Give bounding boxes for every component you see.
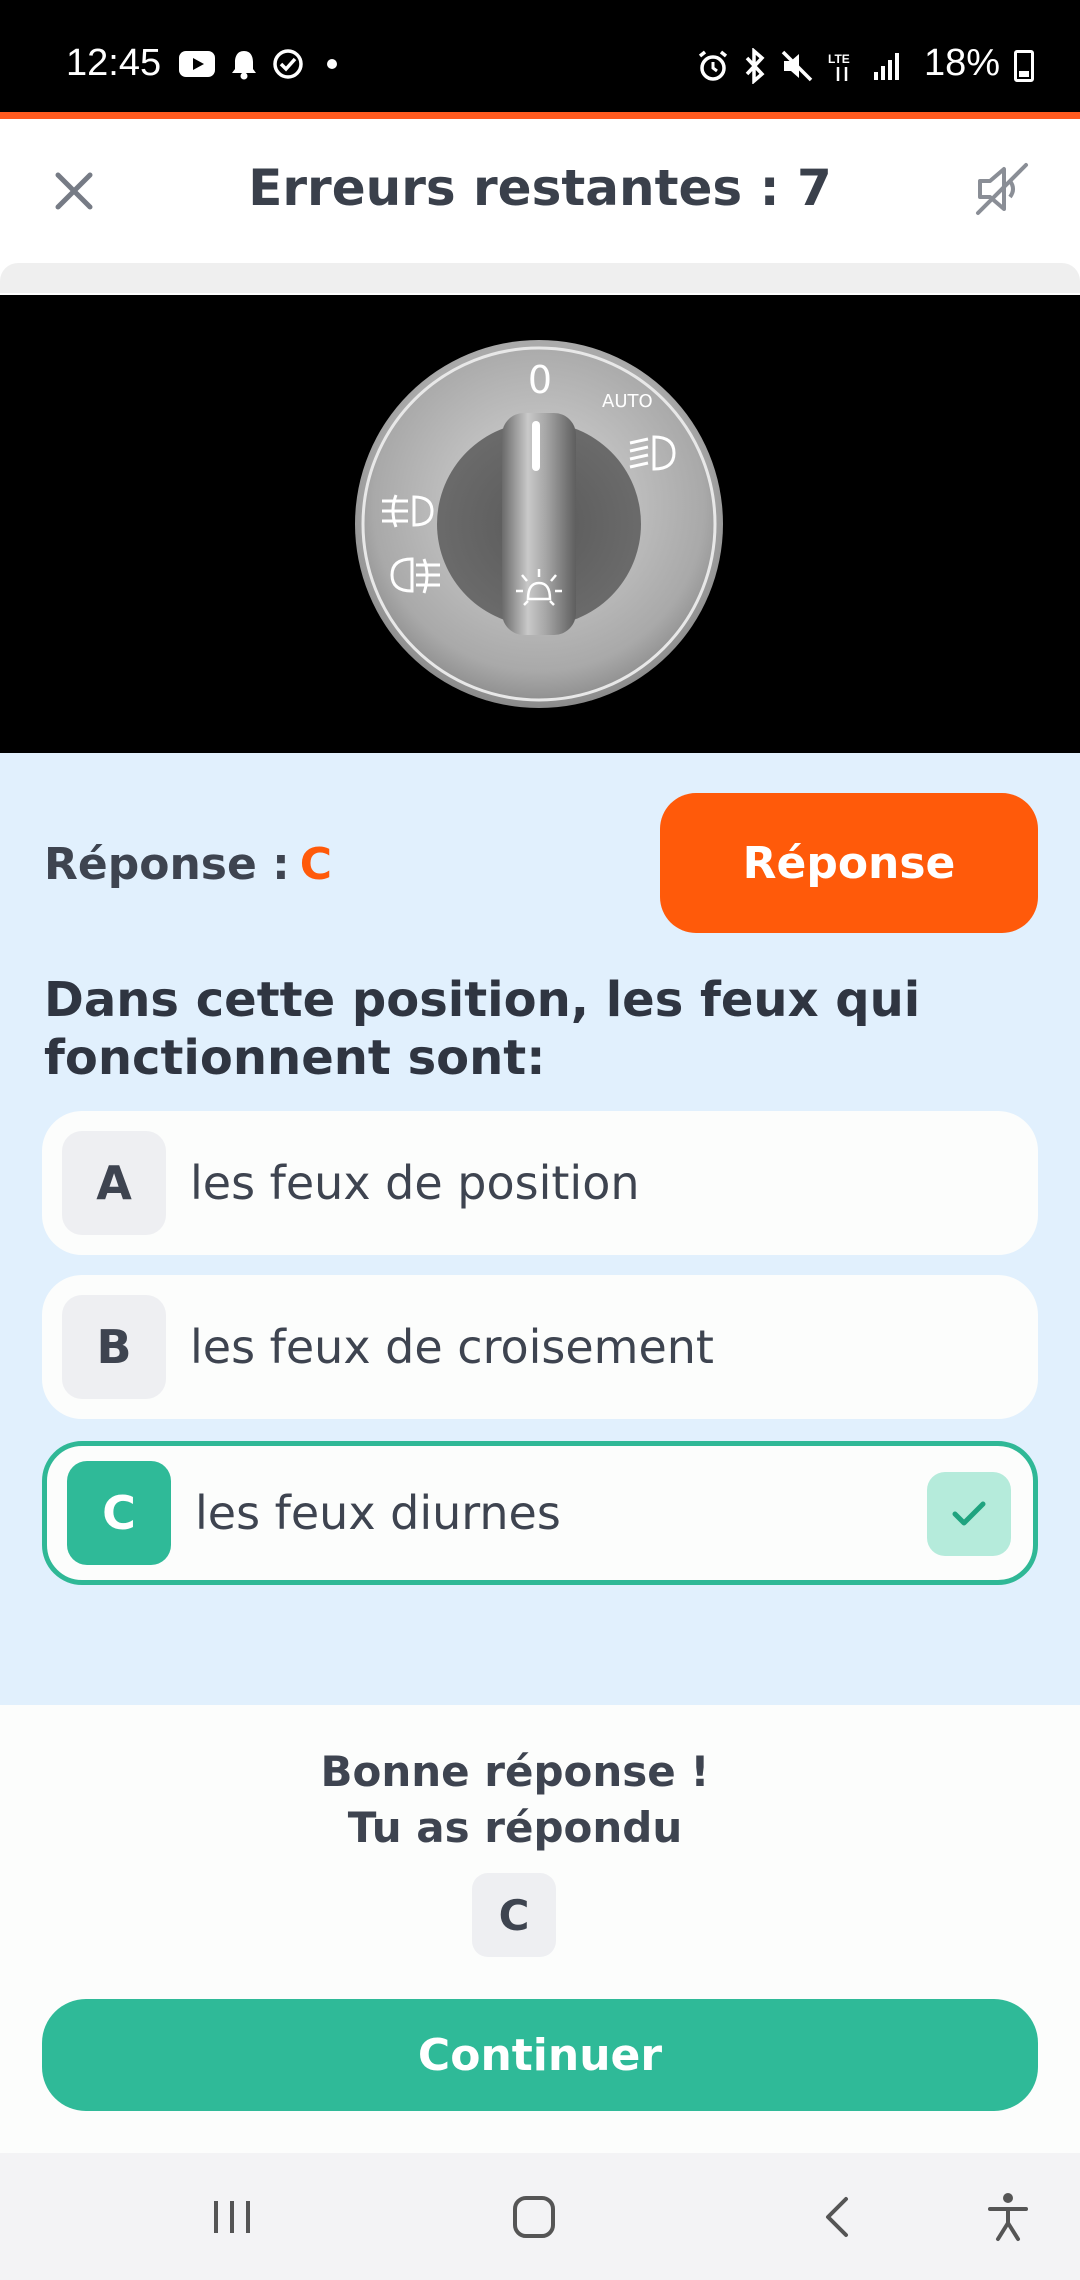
option-letter: B xyxy=(62,1295,166,1399)
option-text: les feux diurnes xyxy=(195,1486,561,1540)
signal-icon xyxy=(874,53,899,80)
option-b[interactable]: B les feux de croisement xyxy=(42,1275,1038,1419)
recents-icon xyxy=(214,2201,250,2233)
option-c[interactable]: C les feux diurnes xyxy=(42,1441,1038,1585)
correct-check-badge xyxy=(927,1472,1011,1556)
dot-icon xyxy=(327,59,337,69)
dial-auto-label: AUTO xyxy=(602,391,653,412)
headlight-switch-dial: 0 AUTO xyxy=(355,340,723,708)
feedback-subtitle: Tu as répondu xyxy=(347,1803,683,1852)
continue-button[interactable]: Continuer xyxy=(42,1999,1038,2111)
lte-icon: LTE xyxy=(828,52,850,81)
option-letter: C xyxy=(67,1461,171,1565)
option-text: les feux de croisement xyxy=(190,1320,714,1374)
dial-zero-label: 0 xyxy=(528,358,552,402)
youtube-icon xyxy=(179,51,215,77)
answered-letter: C xyxy=(472,1873,556,1957)
check-circle-icon xyxy=(273,49,303,79)
option-a[interactable]: A les feux de position xyxy=(42,1111,1038,1255)
feedback-title: Bonne réponse ! xyxy=(320,1747,710,1796)
system-nav-bar xyxy=(0,2153,1080,2280)
question-text: Dans cette position, les feux qui foncti… xyxy=(44,972,921,1086)
bell-icon xyxy=(232,51,256,80)
header: Erreurs restantes : 7 xyxy=(0,119,1080,263)
progress-track xyxy=(0,263,1080,293)
svg-text:LTE: LTE xyxy=(828,52,850,66)
accent-line xyxy=(0,112,1080,119)
question-area: Réponse :C Réponse Dans cette position, … xyxy=(0,753,1080,1705)
answer-label: Réponse :C xyxy=(44,839,332,890)
battery-percent: 18% xyxy=(923,42,1000,84)
mute-icon xyxy=(781,50,813,82)
answer-label-text: Réponse : xyxy=(44,839,290,890)
question-image: 0 AUTO xyxy=(0,295,1080,753)
status-bar: 12:45 LTE 18% xyxy=(0,0,1080,112)
check-icon xyxy=(952,1501,986,1526)
reponse-button[interactable]: Réponse xyxy=(660,793,1038,933)
sound-toggle-button[interactable] xyxy=(972,159,1032,219)
home-button[interactable] xyxy=(502,2185,566,2249)
option-letter: A xyxy=(62,1131,166,1235)
option-text: les feux de position xyxy=(190,1156,640,1210)
sound-off-icon xyxy=(976,163,1028,215)
home-icon xyxy=(513,2196,555,2238)
status-time: 12:45 xyxy=(66,42,162,84)
bluetooth-icon xyxy=(745,48,765,84)
battery-icon xyxy=(1014,50,1034,82)
back-button[interactable] xyxy=(806,2185,870,2249)
accessibility-button[interactable] xyxy=(976,2185,1040,2249)
page-title: Erreurs restantes : 7 xyxy=(248,159,832,217)
recents-button[interactable] xyxy=(200,2185,264,2249)
answer-letter: C xyxy=(299,839,333,890)
alarm-icon xyxy=(698,50,728,81)
feedback-panel: Bonne réponse ! Tu as répondu C Continue… xyxy=(0,1705,1080,2153)
back-icon xyxy=(826,2197,848,2237)
accessibility-icon xyxy=(988,2193,1028,2241)
